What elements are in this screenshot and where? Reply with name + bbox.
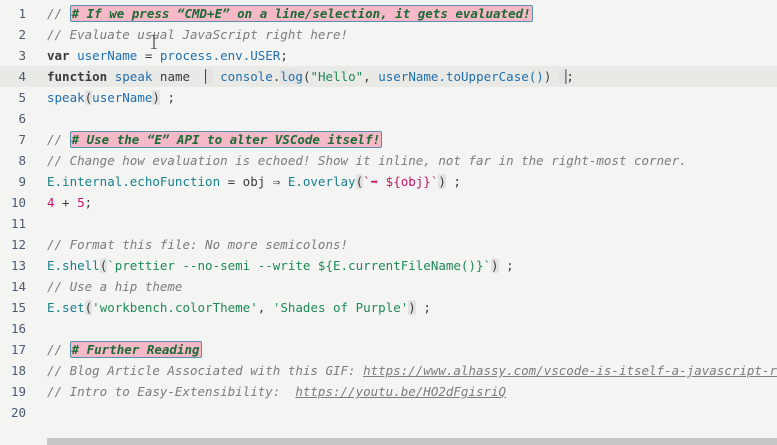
code-line-7[interactable]: // # Use the “E” API to alter VSCode its… — [47, 129, 383, 150]
horizontal-scrollbar[interactable] — [47, 438, 777, 445]
heading-comment: # If we press “CMD+E” on a line/selectio… — [69, 5, 533, 22]
semicolon: ; — [280, 48, 288, 63]
operator: + — [54, 195, 78, 210]
semicolon: ; — [423, 300, 431, 315]
string-literal: 'workbench.colorTheme' — [92, 300, 258, 315]
parameter: name — [159, 69, 191, 84]
identifier: userName — [77, 48, 138, 63]
code-line-13[interactable]: E.shell(`prettier --no-semi --write ${E.… — [47, 255, 514, 276]
code-line-9[interactable]: E.internal.echoFunction = obj ⇒ E.overla… — [47, 171, 461, 192]
function-name: speak — [47, 90, 85, 105]
identifier: E.shell — [47, 258, 100, 273]
code-line-15[interactable]: E.set('workbench.colorTheme', 'Shades of… — [47, 297, 431, 318]
semicolon: ; — [566, 69, 574, 84]
semicolon: ; — [167, 90, 175, 105]
code-line-2[interactable]: // Evaluate usual JavaScript right here! — [47, 24, 348, 45]
template-literal: `➡ ${obj}` — [363, 174, 439, 189]
operator: = — [137, 48, 160, 63]
line-number: 7 — [18, 132, 26, 147]
line-number: 3 — [18, 48, 26, 63]
comment-prefix: // — [47, 342, 70, 357]
code-line-14[interactable]: // Use a hip theme — [47, 276, 182, 297]
keyword: var — [47, 48, 70, 63]
semicolon: ; — [506, 258, 514, 273]
code-line-4[interactable]: function speak name ▏ console.log("Hello… — [47, 66, 574, 87]
code-line-19[interactable]: // Intro to Easy-Extensibility: https://… — [47, 381, 506, 402]
comment-prefix: // — [47, 6, 70, 21]
string-literal: 'Shades of Purple' — [272, 300, 409, 315]
comment-text: // Intro to Easy-Extensibility: — [47, 384, 296, 399]
identifier: userName — [92, 90, 153, 105]
line-number: 12 — [10, 237, 26, 252]
identifier: E.set — [47, 300, 85, 315]
line-number: 10 — [10, 195, 26, 210]
line-number: 6 — [18, 111, 26, 126]
line-number: 17 — [10, 342, 26, 357]
line-number: 20 — [10, 405, 26, 420]
number-literal: 4 — [47, 195, 55, 210]
line-number: 19 — [10, 384, 26, 399]
code-line-8[interactable]: // Change how evaluation is echoed! Show… — [47, 150, 687, 171]
line-number: 13 — [10, 258, 26, 273]
code-line-5[interactable]: speak(userName) ; — [47, 87, 175, 108]
string-literal: "Hello" — [310, 69, 364, 84]
identifier: E.internal.echoFunction — [47, 174, 221, 189]
code-line-3[interactable]: var userName = process.env.USER; — [47, 45, 288, 66]
line-number: 9 — [18, 174, 26, 189]
code-line-10[interactable]: 4 + 5; — [47, 192, 92, 213]
comment-text: // Blog Article Associated with this GIF… — [47, 363, 364, 378]
line-number: 1 — [18, 6, 26, 21]
code-editor[interactable]: 1 2 3 4 5 6 7 8 9 10 11 12 13 14 15 16 1… — [0, 0, 777, 445]
identifier: console — [220, 69, 273, 84]
code-line-18[interactable]: // Blog Article Associated with this GIF… — [47, 360, 777, 381]
heading-comment: # Further Reading — [69, 341, 202, 358]
code-line-12[interactable]: // Format this file: No more semicolons! — [47, 234, 348, 255]
heading-comment: # Use the “E” API to alter VSCode itself… — [69, 131, 383, 148]
comma: , — [257, 300, 273, 315]
line-number: 2 — [18, 27, 26, 42]
semicolon: ; — [84, 195, 93, 210]
semicolon: ; — [453, 174, 461, 189]
line-number: 18 — [10, 363, 26, 378]
line-number: 15 — [10, 300, 26, 315]
identifier: process.env.USER — [159, 48, 281, 63]
comment-prefix: // — [47, 132, 70, 147]
template-literal: `prettier --no-semi --write ${E.currentF… — [107, 258, 492, 273]
line-number: 16 — [10, 321, 26, 336]
code-line-17[interactable]: // # Further Reading — [47, 339, 202, 360]
youtube-link[interactable]: https://youtu.be/HO2dFgisriQ — [295, 384, 506, 399]
keyword: function — [47, 69, 108, 84]
line-number: 5 — [18, 90, 26, 105]
line-number: 11 — [10, 216, 26, 231]
method-name: log — [280, 69, 303, 84]
identifier: userName.toUpperCase() — [378, 69, 544, 84]
text-cursor-icon — [151, 35, 157, 49]
arrow-function: = obj ⇒ — [220, 174, 288, 189]
line-number: 8 — [18, 153, 26, 168]
function-name: speak — [114, 69, 153, 84]
line-number: 4 — [18, 69, 26, 84]
code-line-1[interactable]: // # If we press “CMD+E” on a line/selec… — [47, 3, 533, 24]
identifier: E.overlay — [287, 174, 356, 189]
blog-link[interactable]: https://www.alhassy.com/vscode-is-itself… — [363, 363, 777, 378]
number-literal: 5 — [77, 195, 85, 210]
line-number: 14 — [10, 279, 26, 294]
